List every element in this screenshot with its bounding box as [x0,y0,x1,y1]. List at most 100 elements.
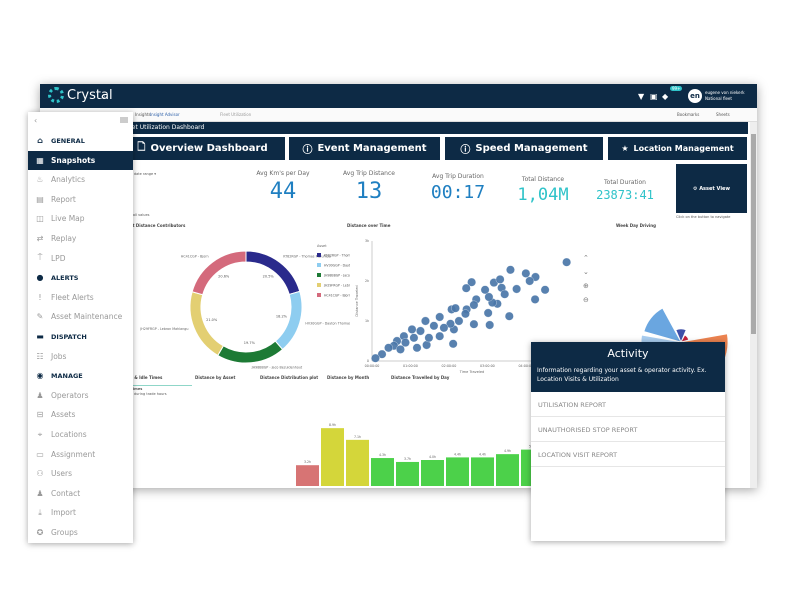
scatter-point[interactable] [429,321,439,331]
scatter-point[interactable] [469,319,479,329]
sidebar-item-contact[interactable]: ♟ Contact [28,484,133,503]
bar[interactable] [446,457,469,486]
scatter-point[interactable] [504,311,514,321]
chat-icon[interactable]: ▣ [650,92,658,101]
assignment-icon: ▭ [36,449,44,459]
sidebar-item-groups[interactable]: ✪ Groups [28,523,133,542]
scatter-point[interactable] [448,339,458,349]
collapse-chevron-icon[interactable]: ‹ [34,116,37,125]
scatter-point[interactable] [469,300,479,310]
bottom-tab[interactable]: Distance Distribution plot [260,375,318,380]
filter-icon[interactable]: ▼ [638,92,644,101]
sidebar-item-lpd[interactable]: ⍑ LPD [28,249,133,268]
sidebar-item-fleet-alerts[interactable]: ! Fleet Alerts [28,288,133,307]
zoom-out-icon[interactable]: ⊖ [583,293,589,307]
scrollbar[interactable] [750,122,757,488]
sidebar-item-users[interactable]: ⚇ Users [28,464,133,483]
scatter-point[interactable] [512,284,521,294]
bottom-tab[interactable]: Distance by Asset [195,375,235,380]
sidebar-item-live-map[interactable]: ◫ Live Map [28,209,133,228]
legend-swatch [317,293,321,297]
bar[interactable] [471,457,494,486]
scatter-point[interactable] [540,285,550,295]
scatter-point[interactable] [409,333,419,343]
tab-insight-advisor[interactable]: Insight Advisor [150,112,180,117]
tab-insights[interactable]: Insights [135,112,151,117]
scatter-point[interactable] [485,320,495,330]
scatter-point[interactable] [407,325,417,334]
report-link[interactable]: LOCATION VISIT REPORT [531,442,725,467]
scatter-point[interactable] [371,353,380,363]
scatter-point[interactable] [416,326,425,336]
scatter-point[interactable] [530,295,540,304]
sidebar-item-assignment[interactable]: ▭ Assignment [28,445,133,464]
scatter-point[interactable] [461,283,471,293]
grid-icon: ▦ [36,155,44,165]
scatter-point[interactable] [424,333,434,343]
report-link[interactable]: UTILISATION REPORT [531,392,725,417]
scatter-point[interactable] [500,289,510,299]
scatter-point[interactable] [521,269,531,278]
tab-location-management[interactable]: ★ Location Management [608,137,747,160]
scrollbar-thumb[interactable] [751,134,756,334]
scatter-point[interactable] [562,257,571,267]
sidebar-item-import[interactable]: ⤓ Import [28,503,133,522]
bottom-tab[interactable]: Distance Travelled by Day [391,375,449,380]
scatter-point[interactable] [461,309,470,319]
scatter-point[interactable] [495,275,505,284]
sidebar-item-operators[interactable]: ♟ Operators [28,386,133,405]
donut-slice[interactable] [274,290,303,351]
scatter-point[interactable] [401,338,410,347]
avatar[interactable]: en [688,89,702,103]
scatter-point[interactable] [396,345,405,354]
bell-icon[interactable]: ◆ [662,92,668,101]
menu-icon[interactable] [120,117,128,123]
tab-overview-dashboard[interactable]: 🗋 Overview Dashboard [120,137,285,160]
sidebar-item-jobs[interactable]: ☷ Jobs [28,347,133,366]
bar-value-label: 8.9h [329,423,336,427]
sidebar-item-assets[interactable]: ⊟ Assets [28,405,133,424]
search-icon[interactable]: ⌕ [101,92,105,102]
scatter-point[interactable] [421,316,430,326]
sidebar-item-report[interactable]: ▤ Report [28,190,133,209]
chevron-down-icon[interactable]: ⌄ [583,265,589,279]
sidebar-item-snapshots[interactable]: ▦ Snapshots [28,150,133,170]
bar[interactable] [371,458,394,486]
scatter-point[interactable] [480,285,490,295]
tab-event-management[interactable]: ⓘ Event Management [289,137,440,160]
sheets-button[interactable]: Sheets [716,112,730,117]
tab-label: Speed Management [475,143,588,154]
scatter-point[interactable] [525,276,535,286]
sidebar-item-replay[interactable]: ⇄ Replay [28,229,133,248]
zoom-in-icon[interactable]: ⊕ [583,279,589,293]
scatter-point[interactable] [454,316,464,326]
sidebar-item-analytics[interactable]: ♨ Analytics [28,170,133,189]
bar[interactable] [496,454,519,486]
user-info[interactable]: eugene von niekerk National fleet [705,90,745,102]
bottom-tab[interactable]: Distance by Month [327,375,369,380]
scatter-point[interactable] [506,265,515,275]
scatter-point[interactable] [435,312,445,322]
pin-icon: ⌖ [37,429,43,439]
bar[interactable] [346,439,369,486]
scatter-point[interactable] [483,308,493,318]
bar[interactable] [421,460,444,486]
scatter-point[interactable] [439,323,449,333]
chevron-up-icon[interactable]: ⌃ [583,251,589,265]
bar[interactable] [396,461,419,486]
bar[interactable] [321,428,344,486]
tab-speed-management[interactable]: ⓘ Speed Management [445,137,603,160]
scatter-point[interactable] [451,303,460,313]
scatter-point[interactable] [384,343,393,353]
scatter-point[interactable] [435,331,445,341]
sidebar-item-asset-maintenance[interactable]: ✎ Asset Maintenance [28,307,133,326]
sidebar-item-locations[interactable]: ⌖ Locations [28,425,133,444]
kpi-label: Total Duration [604,179,646,186]
scatter-point[interactable] [484,292,494,302]
bar[interactable] [296,465,319,486]
asset-view-button[interactable]: ⚙ Asset View [676,164,747,213]
donut-slice[interactable] [189,291,225,357]
bookmarks-button[interactable]: Bookmarks [677,112,699,117]
report-link[interactable]: UNAUTHORISED STOP REPORT [531,417,725,442]
scatter-point[interactable] [412,343,422,353]
